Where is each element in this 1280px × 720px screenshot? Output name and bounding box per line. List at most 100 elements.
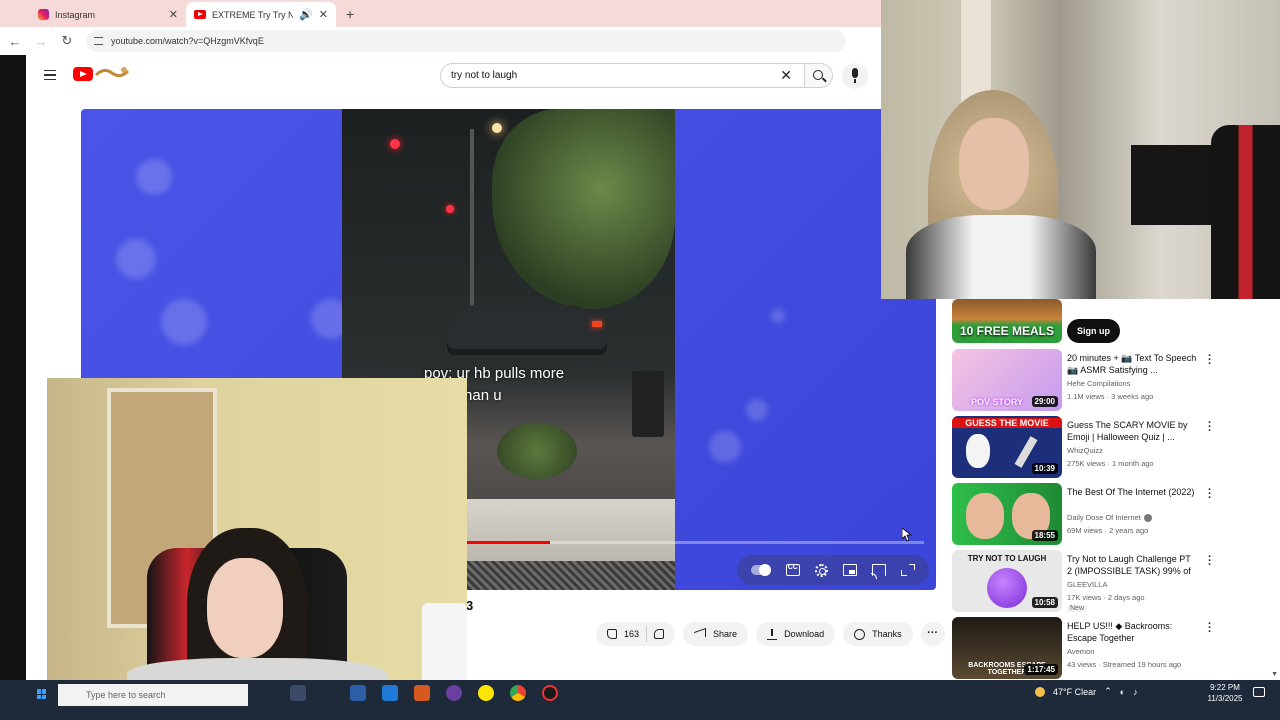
video-meta: 275K views · 1 month ago (1067, 459, 1154, 468)
clear-search-icon[interactable]: ✕ (780, 67, 792, 84)
street-lamp (492, 123, 502, 133)
bokeh (116, 239, 156, 279)
cast-icon[interactable] (871, 564, 887, 579)
back-icon[interactable]: ← (8, 34, 22, 49)
autoplay-toggle-icon[interactable] (750, 564, 771, 576)
video-title: 3 (466, 598, 474, 613)
list-item[interactable]: TRY NOT TO LAUGH 10:58 Try Not to Laugh … (952, 550, 1252, 612)
youtube-logo[interactable] (73, 67, 93, 81)
weather-text[interactable]: 47°F Clear (1053, 687, 1096, 697)
tab-instagram[interactable]: Instagram ✕ (30, 2, 186, 27)
windows-start-icon[interactable] (37, 689, 47, 699)
taskbar-app-icon[interactable] (290, 685, 306, 701)
mask-graphic (966, 434, 990, 468)
weather-icon[interactable] (1035, 686, 1045, 697)
video-thumbnail[interactable]: TRY NOT TO LAUGH 10:58 (952, 550, 1062, 612)
site-info-icon[interactable] (94, 37, 103, 45)
ad-text: 10 FREE MEALS (959, 324, 1055, 338)
search-box[interactable]: try not to laugh ✕ (440, 63, 805, 88)
settings-icon[interactable] (814, 563, 828, 577)
channel-name[interactable]: GLEEVILLA (1067, 580, 1107, 589)
list-item[interactable]: POV STORY 29:00 20 minutes + 📷 Text To S… (952, 349, 1252, 411)
download-button[interactable]: Download (756, 622, 836, 646)
network-icon[interactable]: ◐ (1120, 687, 1125, 697)
omnibox[interactable]: youtube.com/watch?v=QHzgmVKfvqE (86, 30, 846, 52)
traffic-light (446, 205, 454, 213)
menu-icon[interactable] (44, 70, 56, 80)
screen: Instagram ✕ EXTREME Try Try Not to Laugh… (0, 0, 1280, 720)
laugh-emoji-graphic (987, 568, 1027, 608)
taskbar-search-input[interactable]: Type here to search (58, 684, 248, 706)
snapchat-icon[interactable] (478, 685, 494, 701)
more-options-icon[interactable]: · · · (1208, 351, 1212, 370)
audio-icon[interactable]: 🔊 (299, 8, 313, 21)
notification-icon[interactable] (1253, 687, 1265, 697)
new-tab-button[interactable]: + (336, 6, 364, 27)
car-taillight (592, 321, 602, 327)
video-thumbnail[interactable]: GUESS THE MOVIE 10:39 (952, 416, 1062, 478)
chrome-icon[interactable] (510, 685, 526, 701)
browser-tabstrip: Instagram ✕ EXTREME Try Try Not to Laugh… (0, 0, 881, 27)
close-tab-icon[interactable]: ✕ (319, 8, 328, 21)
video-title[interactable]: The Best Of The Internet (2022) (1067, 486, 1197, 498)
taskbar-app-icon[interactable] (350, 685, 366, 701)
taskbar: Type here to search 47°F Clear ⌃ ◐ ♪ 9:2… (0, 680, 1280, 720)
share-icon (694, 627, 707, 641)
taskbar-app-icon[interactable] (446, 685, 462, 701)
channel-name[interactable]: WhizQuizz (1067, 446, 1103, 455)
taskbar-app-icon[interactable] (414, 685, 430, 701)
share-label: Share (713, 629, 738, 639)
close-tab-icon[interactable]: ✕ (169, 8, 178, 21)
channel-name[interactable]: Hehe Compilations (1067, 379, 1130, 388)
scroll-down-icon[interactable]: ▼ (1271, 671, 1278, 678)
divider (646, 626, 648, 642)
ad-thumbnail[interactable]: 10 FREE MEALS (952, 299, 1062, 343)
street-pole (470, 129, 474, 319)
fullscreen-icon[interactable] (901, 564, 916, 576)
signup-button[interactable]: Sign up (1067, 319, 1120, 343)
forward-icon[interactable]: → (34, 34, 48, 49)
list-item[interactable]: GUESS THE MOVIE 10:39 Guess The SCARY MO… (952, 416, 1252, 478)
search-input[interactable]: try not to laugh (451, 70, 780, 81)
instagram-icon (38, 9, 49, 20)
channel-name[interactable]: Avemon (1067, 647, 1094, 656)
video-title[interactable]: 20 minutes + 📷 Text To Speech 📷 ASMR Sat… (1067, 352, 1197, 376)
share-button[interactable]: Share (683, 622, 749, 646)
list-item[interactable]: 18:55 The Best Of The Internet (2022) Da… (952, 483, 1252, 545)
clock-date: 11/3/2025 (1207, 694, 1243, 703)
dislike-icon[interactable] (654, 629, 665, 639)
more-options-icon[interactable]: · · · (1208, 418, 1212, 437)
miniplayer-icon[interactable] (843, 564, 858, 576)
video-meta: 43 views · Streamed 19 hours ago (1067, 660, 1182, 669)
tab-youtube[interactable]: EXTREME Try Try Not to Laugh 🔊 ✕ (186, 2, 336, 27)
captions-icon[interactable] (785, 564, 800, 576)
more-options-icon[interactable]: · · · (1208, 552, 1212, 571)
search-button[interactable] (805, 63, 833, 88)
more-actions-button[interactable]: ··· (920, 622, 945, 646)
video-thumbnail[interactable]: 18:55 (952, 483, 1062, 545)
video-thumbnail[interactable]: BACKROOMS ESCAPE TOGETHER 1:17:45 (952, 617, 1062, 679)
like-icon[interactable] (607, 629, 617, 639)
video-title[interactable]: HELP US!!! ◆ Backrooms: Escape Together (1067, 620, 1197, 644)
bush (497, 423, 577, 479)
taskbar-app-icon[interactable] (382, 685, 398, 701)
channel-name[interactable]: Daily Dose Of Internet (1067, 513, 1152, 523)
clock[interactable]: 9:22 PM 11/3/2025 (1205, 682, 1245, 704)
thanks-button[interactable]: Thanks (843, 622, 913, 646)
voice-search-icon[interactable] (842, 63, 868, 89)
video-title[interactable]: Guess The SCARY MOVIE by Emoji | Hallowe… (1067, 419, 1197, 443)
tray-chevron-icon[interactable]: ⌃ (1104, 686, 1112, 697)
reload-icon[interactable]: ↻ (60, 33, 74, 49)
video-title[interactable]: Try Not to Laugh Challenge PT 2 (IMPOSSI… (1067, 553, 1197, 577)
more-options-icon[interactable]: · · · (1208, 485, 1212, 504)
car (447, 305, 607, 355)
duration-badge: 1:17:45 (1024, 664, 1058, 675)
obs-icon[interactable] (542, 685, 558, 701)
list-item[interactable]: BACKROOMS ESCAPE TOGETHER 1:17:45 HELP U… (952, 617, 1252, 679)
clock-time: 9:22 PM (1210, 683, 1240, 692)
volume-icon[interactable]: ♪ (1133, 687, 1138, 697)
like-count[interactable]: 163 (624, 629, 639, 639)
doodle-logo[interactable] (94, 65, 134, 81)
more-options-icon[interactable]: · · · (1208, 619, 1212, 638)
video-thumbnail[interactable]: POV STORY 29:00 (952, 349, 1062, 411)
